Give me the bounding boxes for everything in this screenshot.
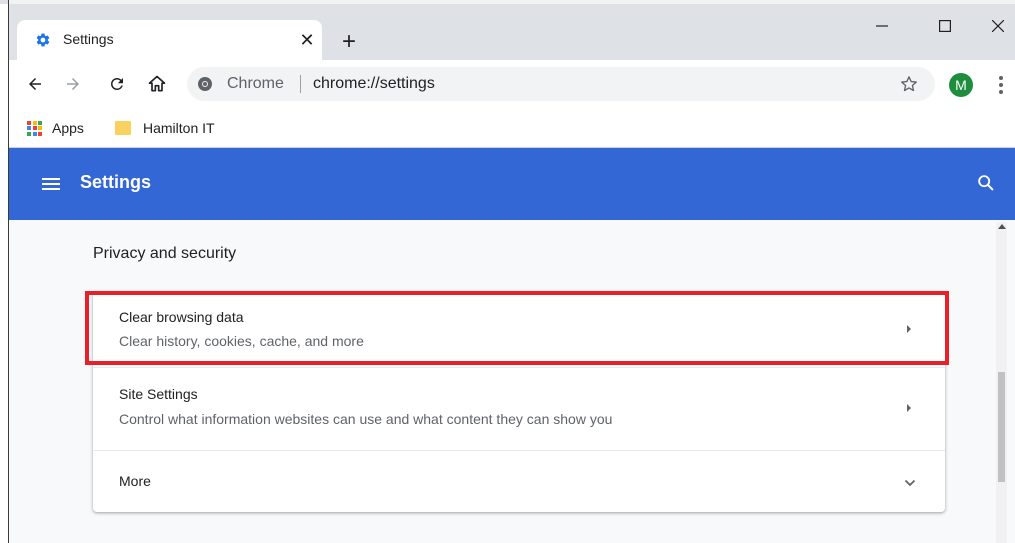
row-clear-browsing-data[interactable]: Clear browsing data Clear history, cooki… [93,292,945,367]
tab-strip: Settings ✕ + [9,4,1015,60]
arrow-right-icon [67,78,79,90]
row-site-settings[interactable]: Site Settings Control what information w… [93,368,945,450]
new-tab-button[interactable]: + [335,28,363,56]
bookmark-hamilton-it[interactable]: Hamilton IT [115,116,215,140]
bookmark-star-icon[interactable] [899,74,919,94]
search-icon[interactable] [975,172,997,194]
reload-icon [111,78,123,90]
browser-window: Settings ✕ + Chrome chrome://settings M … [8,0,1015,543]
address-bar[interactable]: Chrome chrome://settings [187,67,935,101]
kebab-dot-icon [999,90,1003,94]
address-url[interactable]: chrome://settings [313,75,435,93]
chrome-icon [198,77,212,91]
tab-title: Settings [63,31,114,47]
minimize-button[interactable] [859,10,905,42]
page-title: Settings [80,172,152,192]
back-button[interactable] [21,70,49,98]
gear-icon [36,33,50,47]
page-scrollbar[interactable] [996,222,1007,543]
privacy-card: Clear browsing data Clear history, cooki… [93,292,945,512]
chevron-down-icon [904,479,916,487]
reload-button[interactable] [103,70,131,98]
bookmark-apps[interactable]: Apps [27,116,84,140]
tab-settings[interactable]: Settings ✕ [17,20,322,60]
apps-grid-icon [27,120,42,136]
close-tab-icon[interactable]: ✕ [295,28,319,52]
arrow-left-icon [29,78,41,90]
folder-icon [115,121,131,135]
maximize-button[interactable] [922,10,968,42]
menu-button[interactable] [991,72,1011,98]
home-icon [148,75,166,92]
row-title: More [119,473,151,489]
address-chip: Chrome [227,75,284,92]
kebab-dot-icon [999,83,1003,87]
kebab-dot-icon [999,76,1003,80]
scroll-up-arrow-icon[interactable] [998,224,1006,229]
settings-header: Settings [9,148,1015,220]
maximize-icon [939,20,951,32]
forward-button[interactable] [59,70,87,98]
close-icon [992,20,1004,32]
row-more[interactable]: More [93,451,945,512]
row-title: Site Settings [119,386,198,402]
profile-avatar[interactable]: M [949,73,973,97]
chevron-right-icon [907,404,911,412]
hamburger-menu-icon[interactable] [39,172,63,196]
bookmark-label: Apps [52,120,84,136]
settings-content: Privacy and security Clear browsing data… [9,220,1015,543]
section-title: Privacy and security [93,245,237,262]
minimize-icon [876,25,888,27]
row-subtitle: Control what information websites can us… [119,411,613,427]
close-window-button[interactable] [975,10,1015,42]
address-separator [300,75,301,93]
row-title: Clear browsing data [119,309,244,325]
bookmarks-bar: Apps Hamilton IT [9,108,1015,148]
bookmark-label: Hamilton IT [143,120,215,136]
toolbar: Chrome chrome://settings M [9,60,1015,108]
home-button[interactable] [143,70,171,98]
chevron-right-icon [907,325,911,333]
row-subtitle: Clear history, cookies, cache, and more [119,333,364,349]
scroll-thumb[interactable] [998,372,1005,482]
